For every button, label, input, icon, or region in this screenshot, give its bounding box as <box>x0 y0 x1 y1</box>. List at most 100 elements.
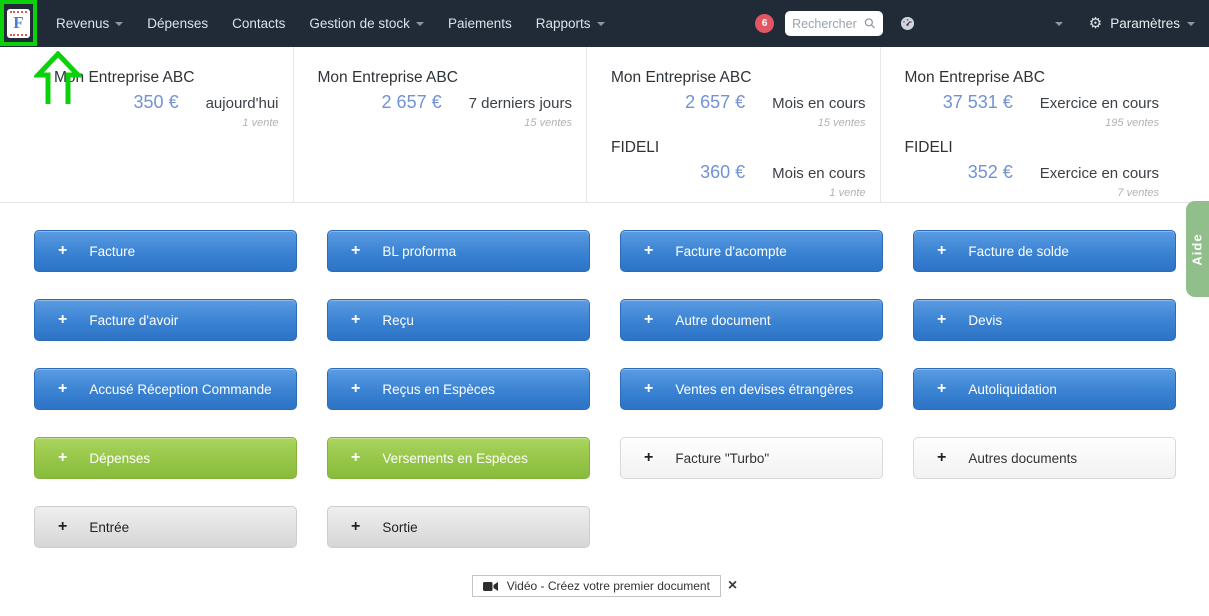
create-facture-button[interactable]: +Facture <box>34 230 297 272</box>
plus-icon: + <box>58 381 67 397</box>
stats-entry-row: 360 € Mois en cours <box>611 162 866 183</box>
menu-item-rapports[interactable]: Rapports <box>524 0 617 47</box>
sales-count: 15 ventes <box>611 117 866 129</box>
plus-icon: + <box>58 450 67 466</box>
create-autoliquidation-button[interactable]: +Autoliquidation <box>913 368 1176 410</box>
button-label: Entrée <box>89 520 129 535</box>
create-facture-d-avoir-button[interactable]: +Facture d'avoir <box>34 299 297 341</box>
button-label: Ventes en devises étrangères <box>675 382 853 397</box>
period-label: 7 derniers jours <box>469 95 572 112</box>
sales-count: 1 vente <box>24 117 279 129</box>
app-logo[interactable]: F <box>7 9 30 38</box>
logo-stitch-decoration <box>10 11 27 13</box>
create-devis-button[interactable]: +Devis <box>913 299 1176 341</box>
settings-menu[interactable]: Paramètres <box>1110 16 1195 31</box>
menu-item-depenses[interactable]: Dépenses <box>135 0 220 47</box>
user-dropdown-caret-icon[interactable] <box>1055 22 1063 26</box>
create-facture-turbo-button[interactable]: + Facture "Turbo" <box>620 437 883 479</box>
period-label: Exercice en cours <box>1040 165 1159 182</box>
button-label: Sortie <box>382 520 417 535</box>
create-bl-proforma-button[interactable]: +BL proforma <box>327 230 590 272</box>
search-input[interactable] <box>792 17 864 31</box>
button-label: Facture "Turbo" <box>675 451 769 466</box>
company-name: Mon Entreprise ABC <box>611 69 866 87</box>
create-recus-en-especes-button[interactable]: +Reçus en Espèces <box>327 368 590 410</box>
plus-icon: + <box>58 243 67 259</box>
video-link[interactable]: Vidéo - Créez votre premier document <box>472 575 721 597</box>
video-banner: Vidéo - Créez votre premier document × <box>0 575 1209 597</box>
plus-icon: + <box>644 381 653 397</box>
video-camera-icon <box>483 581 498 592</box>
plus-icon: + <box>351 381 360 397</box>
plus-icon: + <box>351 450 360 466</box>
sales-amount: 2 657 € <box>382 92 442 113</box>
sales-amount: 37 531 € <box>943 92 1013 113</box>
search-box[interactable] <box>785 11 883 36</box>
stats-card-2: Mon Entreprise ABC2 657 €7 derniers jour… <box>294 47 588 202</box>
stats-section-mon-entreprise-abc: Mon Entreprise ABC37 531 €Exercice en co… <box>905 69 1160 129</box>
stats-section-fideli: FIDELI 360 € Mois en cours 1 vente <box>611 139 866 199</box>
caret-down-icon <box>1187 22 1195 26</box>
company-name: FIDELI <box>611 139 866 157</box>
plus-icon: + <box>937 381 946 397</box>
button-label: Facture d'acompte <box>675 244 786 259</box>
help-tab[interactable]: Aide <box>1186 201 1209 297</box>
button-label: Dépenses <box>89 451 150 466</box>
navbar-center-group: 6 <box>755 11 916 36</box>
sales-amount: 352 € <box>968 162 1013 183</box>
plus-icon: + <box>644 243 653 259</box>
video-link-label: Vidéo - Créez votre premier document <box>507 579 710 593</box>
dashboard-gauge-icon[interactable] <box>899 15 916 32</box>
plus-icon: + <box>937 450 946 466</box>
plus-icon: + <box>351 519 360 535</box>
create-facture-de-solde-button[interactable]: +Facture de solde <box>913 230 1176 272</box>
button-label: Versements en Espèces <box>382 451 528 466</box>
stats-entry-row: 37 531 €Exercice en cours <box>905 92 1160 113</box>
create-recu-button[interactable]: +Reçu <box>327 299 590 341</box>
settings-label: Paramètres <box>1110 16 1180 31</box>
plus-icon: + <box>58 312 67 328</box>
menu-item-label: Revenus <box>56 16 109 31</box>
plus-icon: + <box>644 312 653 328</box>
create-accuse-reception-commande-button[interactable]: +Accusé Réception Commande <box>34 368 297 410</box>
period-label: Mois en cours <box>772 165 865 182</box>
notification-badge[interactable]: 6 <box>755 14 774 33</box>
annotation-arrow <box>34 51 82 105</box>
menu-item-contacts[interactable]: Contacts <box>220 0 297 47</box>
create-facture-d-acompte-button[interactable]: + Facture d'acompte <box>620 230 883 272</box>
document-actions-grid: +Facture+BL proforma+Facture d'acompte+F… <box>0 203 1209 548</box>
period-label: aujourd'hui <box>206 95 279 112</box>
stats-section-mon-entreprise-abc: Mon Entreprise ABC2 657 €Mois en cours15… <box>611 69 866 129</box>
create-entree-button[interactable]: + Entrée <box>34 506 297 548</box>
plus-icon: + <box>937 243 946 259</box>
menu-item-label: Dépenses <box>147 16 208 31</box>
plus-icon: + <box>351 243 360 259</box>
create-ventes-en-devises-etrangeres-button[interactable]: + Ventes en devises étrangères <box>620 368 883 410</box>
menu-item-paiements[interactable]: Paiements <box>436 0 524 47</box>
menu-item-revenus[interactable]: Revenus <box>44 0 135 47</box>
create-autre-document-button[interactable]: + Autre document <box>620 299 883 341</box>
menu-item-gestion-de-stock[interactable]: Gestion de stock <box>297 0 436 47</box>
caret-down-icon <box>115 22 123 26</box>
create-depenses-button[interactable]: + Dépenses <box>34 437 297 479</box>
navbar-right-group: ⚙ Paramètres <box>1055 16 1209 31</box>
stats-section-fideli: FIDELI352 €Exercice en cours7 ventes <box>905 139 1160 199</box>
sales-amount: 2 657 € <box>685 92 745 113</box>
gear-icon[interactable]: ⚙ <box>1089 16 1102 31</box>
sales-count: 1 vente <box>611 187 866 199</box>
sales-count: 7 ventes <box>905 187 1160 199</box>
button-label: Autres documents <box>968 451 1077 466</box>
create-autres-documents-button[interactable]: + Autres documents <box>913 437 1176 479</box>
close-icon[interactable]: × <box>728 578 737 594</box>
caret-down-icon <box>597 22 605 26</box>
create-sortie-button[interactable]: + Sortie <box>327 506 590 548</box>
plus-icon: + <box>644 450 653 466</box>
stats-card-4: Mon Entreprise ABC37 531 €Exercice en co… <box>881 47 1209 202</box>
create-versements-en-especes-button[interactable]: + Versements en Espèces <box>327 437 590 479</box>
sales-count: 195 ventes <box>905 117 1160 129</box>
button-label: Autre document <box>675 313 770 328</box>
search-icon[interactable] <box>864 16 876 31</box>
sales-amount: 360 € <box>700 162 745 183</box>
help-tab-label: Aide <box>1190 233 1205 265</box>
plus-icon: + <box>58 519 67 535</box>
